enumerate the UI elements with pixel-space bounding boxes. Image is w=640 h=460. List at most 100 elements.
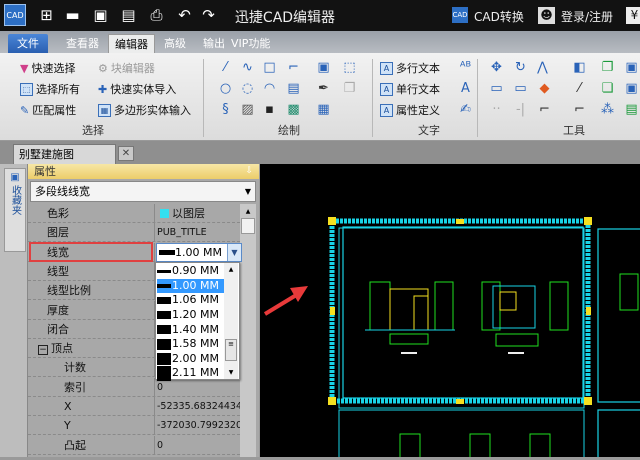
select-all-button[interactable]: ⬚ 选择所有 bbox=[20, 81, 80, 97]
paste-icon[interactable]: ▤ bbox=[286, 81, 301, 96]
image-icon[interactable]: ▩ bbox=[286, 102, 301, 117]
copy-disabled-icon[interactable]: ❐ bbox=[342, 81, 357, 96]
property-row[interactable]: 凸起 0 bbox=[28, 435, 240, 455]
tab-advanced[interactable]: 高级 bbox=[158, 34, 192, 53]
single-line-text-button[interactable]: A 单行文本 bbox=[380, 81, 440, 97]
property-row[interactable]: 图层 PUB_TITLE bbox=[28, 223, 240, 243]
align-left-icon[interactable]: ▭ bbox=[489, 81, 504, 96]
table-icon[interactable]: ▦ bbox=[316, 102, 331, 117]
match-properties-button[interactable]: ✎ 匹配属性 bbox=[20, 102, 76, 118]
explode-icon[interactable]: ⁂ bbox=[600, 102, 615, 117]
app-logo-icon[interactable]: CAD bbox=[4, 4, 26, 26]
save-icon[interactable]: ▣ bbox=[92, 7, 109, 24]
open-folder-icon[interactable]: ▬ bbox=[64, 7, 81, 24]
align-right-icon[interactable]: ▭ bbox=[513, 81, 528, 96]
collapse-icon[interactable]: − bbox=[38, 345, 48, 356]
rectangle-icon[interactable]: □ bbox=[262, 60, 277, 75]
curve-icon[interactable]: § bbox=[218, 102, 233, 117]
circle-icon[interactable]: ○ bbox=[218, 81, 233, 96]
pin-icon[interactable]: ⇩ bbox=[245, 164, 253, 179]
lineweight-combo[interactable]: 1.00 MM ▼ bbox=[156, 243, 242, 262]
drawing-canvas[interactable] bbox=[260, 164, 640, 460]
spline-icon[interactable]: ∿ bbox=[240, 60, 255, 75]
lineweight-option[interactable]: 1.58 MM bbox=[157, 337, 224, 352]
property-row[interactable]: 色彩 以图层 bbox=[28, 204, 240, 223]
property-value[interactable]: 以图层 bbox=[156, 204, 240, 223]
cad-convert-button[interactable]: CAD转换 bbox=[474, 8, 524, 25]
scroll-up-icon[interactable]: ▲ bbox=[224, 266, 238, 273]
document-tab[interactable]: 别墅建施图(1).dwg bbox=[13, 144, 116, 180]
line-icon[interactable]: ⁄ bbox=[218, 60, 233, 75]
price-icon[interactable]: ¥ bbox=[626, 7, 640, 24]
text-edit-icon[interactable]: ✍ bbox=[458, 102, 473, 117]
property-value[interactable]: 0 bbox=[156, 436, 240, 455]
polygon-entity-input-button[interactable]: ▦ 多边形实体输入 bbox=[98, 102, 191, 118]
text-style-icon[interactable]: A bbox=[458, 81, 473, 96]
lineweight-option[interactable]: 2.00 MM bbox=[157, 352, 224, 367]
side-strip: ▣ 收藏夹 bbox=[0, 164, 28, 457]
tab-vip[interactable]: VIP功能 bbox=[225, 34, 276, 53]
pen-icon[interactable]: ✒ bbox=[316, 81, 331, 96]
chamfer-icon[interactable]: ⌐ bbox=[572, 102, 587, 117]
tab-viewer[interactable]: 查看器 bbox=[60, 34, 105, 53]
lineweight-option[interactable]: 1.20 MM bbox=[157, 308, 224, 323]
trim-icon[interactable]: ·· bbox=[489, 102, 504, 117]
undo-icon[interactable]: ↶ bbox=[176, 7, 193, 24]
cad-convert-icon[interactable]: CAD bbox=[452, 7, 468, 23]
point-icon[interactable]: ▪ bbox=[262, 102, 277, 117]
scroll-down-icon[interactable]: ▼ bbox=[224, 369, 238, 376]
new-file-icon[interactable]: ⊞ bbox=[38, 7, 55, 24]
tab-file[interactable]: 文件 bbox=[8, 34, 48, 53]
block-save-icon[interactable]: ▤ bbox=[624, 102, 639, 117]
attribute-definition-button[interactable]: A 属性定义 bbox=[380, 102, 440, 118]
rotate-icon[interactable]: ↻ bbox=[513, 60, 528, 75]
property-value[interactable]: -52335.683244347 bbox=[156, 397, 240, 416]
property-row[interactable]: Y -372030.79923203 bbox=[28, 416, 240, 436]
ellipse-icon[interactable]: ◌ bbox=[240, 81, 255, 96]
move-icon[interactable]: ✥ bbox=[489, 60, 504, 75]
print-icon[interactable]: ⎙ bbox=[148, 7, 165, 24]
tab-editor[interactable]: 编辑器 bbox=[108, 34, 155, 53]
text-size-icon[interactable]: ᴬᴮ bbox=[458, 60, 473, 75]
scroll-thumb[interactable] bbox=[241, 218, 255, 234]
block-editor-button[interactable]: ⚙ 块编辑器 bbox=[98, 60, 155, 76]
extend-icon[interactable]: -| bbox=[513, 102, 528, 117]
fillet-icon[interactable]: ⌐ bbox=[537, 102, 552, 117]
lineweight-option[interactable]: 1.06 MM bbox=[157, 293, 224, 308]
lineweight-swatch bbox=[157, 352, 171, 366]
mirror-icon[interactable]: ⋀ bbox=[535, 60, 550, 75]
quick-entity-import-button[interactable]: ✚ 快速实体导入 bbox=[98, 81, 176, 97]
property-row[interactable]: X -52335.683244347 bbox=[28, 397, 240, 416]
region-icon[interactable]: ⬚ bbox=[342, 60, 357, 75]
hatch-icon[interactable]: ▨ bbox=[240, 102, 255, 117]
color-fill-icon[interactable]: ◆ bbox=[537, 81, 552, 96]
properties-scrollbar[interactable]: ▲ bbox=[240, 204, 256, 457]
user-icon[interactable]: ☻ bbox=[538, 7, 555, 24]
lineweight-option[interactable]: 1.00 MM bbox=[157, 278, 224, 294]
lineweight-option[interactable]: 1.40 MM bbox=[157, 322, 224, 337]
block-insert-icon[interactable]: ▣ bbox=[624, 60, 639, 75]
lineweight-option[interactable]: 2.11 MM bbox=[157, 366, 224, 381]
entity-type-select[interactable]: 多段线线宽 ▼ bbox=[30, 181, 256, 202]
quick-select-button[interactable]: ▼ 快速选择 bbox=[20, 60, 75, 76]
polyline-icon[interactable]: ⌐ bbox=[286, 60, 301, 75]
arc-icon[interactable]: ◠ bbox=[262, 81, 277, 96]
scroll-thumb[interactable]: ≡ bbox=[225, 339, 237, 361]
property-value[interactable]: -372030.79923203 bbox=[156, 416, 240, 435]
dimension-icon[interactable]: ⁄ bbox=[572, 81, 587, 96]
property-value[interactable]: PUB_TITLE bbox=[156, 223, 240, 242]
lineweight-option[interactable]: 0.90 MM bbox=[157, 264, 224, 279]
layer-copy-icon[interactable]: ▣ bbox=[316, 60, 331, 75]
favorites-side-tab[interactable]: ▣ 收藏夹 bbox=[4, 168, 26, 252]
layer-icon[interactable]: ◧ bbox=[572, 60, 587, 75]
group-icon[interactable]: ❐ bbox=[600, 60, 615, 75]
list-scrollbar[interactable]: ▲ ≡ ▼ bbox=[224, 263, 238, 379]
close-document-icon[interactable]: ✕ bbox=[118, 146, 134, 161]
chevron-down-icon[interactable]: ▼ bbox=[227, 244, 241, 261]
block-ref-icon[interactable]: ▣ bbox=[624, 81, 639, 96]
save-as-icon[interactable]: ▤ bbox=[120, 7, 137, 24]
ungroup-icon[interactable]: ❏ bbox=[600, 81, 615, 96]
login-register-button[interactable]: 登录/注册 bbox=[561, 8, 613, 25]
scroll-up-icon[interactable]: ▲ bbox=[240, 208, 256, 215]
multiline-text-button[interactable]: A 多行文本 bbox=[380, 60, 440, 76]
